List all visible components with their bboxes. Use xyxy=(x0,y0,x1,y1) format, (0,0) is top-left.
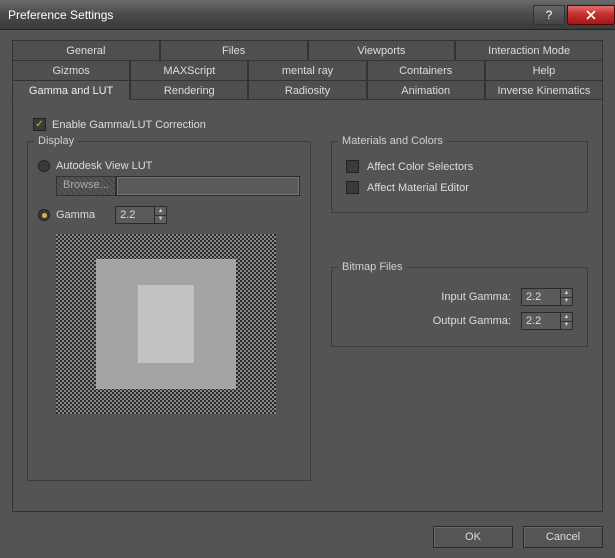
ok-button[interactable]: OK xyxy=(433,526,513,548)
input-gamma-label: Input Gamma: xyxy=(346,291,511,303)
gamma-spinner-arrows: ▲ ▼ xyxy=(155,206,167,224)
affect-color-checkbox[interactable] xyxy=(346,160,359,173)
output-gamma-arrows: ▲ ▼ xyxy=(561,312,573,330)
footer: OK Cancel xyxy=(12,512,603,548)
gamma-preview-mid xyxy=(96,259,236,389)
tab-inverse-kinematics[interactable]: Inverse Kinematics xyxy=(485,80,603,100)
output-gamma-spinner[interactable]: ▲ ▼ xyxy=(521,312,573,330)
autodesk-lut-label: Autodesk View LUT xyxy=(56,160,152,172)
titlebar: Preference Settings ? xyxy=(0,0,615,30)
tab-strip: General Files Viewports Interaction Mode… xyxy=(12,40,603,100)
affect-color-label: Affect Color Selectors xyxy=(367,161,473,173)
output-gamma-input[interactable] xyxy=(521,312,561,330)
browse-button[interactable]: Browse... xyxy=(56,176,116,196)
gamma-up-icon[interactable]: ▲ xyxy=(155,207,166,216)
window-title: Preference Settings xyxy=(8,8,533,22)
client-area: General Files Viewports Interaction Mode… xyxy=(0,30,615,558)
tab-row-1: General Files Viewports Interaction Mode xyxy=(12,40,603,60)
autodesk-lut-row: Autodesk View LUT xyxy=(38,160,300,172)
input-gamma-input[interactable] xyxy=(521,288,561,306)
materials-group: Materials and Colors Affect Color Select… xyxy=(331,141,588,213)
materials-legend: Materials and Colors xyxy=(338,135,447,147)
columns: Display Autodesk View LUT Browse... Gamm… xyxy=(27,141,588,481)
enable-gamma-row: Enable Gamma/LUT Correction xyxy=(33,118,588,131)
gamma-spinner[interactable]: ▲ ▼ xyxy=(115,206,167,224)
help-button[interactable]: ? xyxy=(533,5,565,25)
tab-rendering[interactable]: Rendering xyxy=(130,80,248,100)
gamma-radio-row: Gamma xyxy=(38,209,95,221)
output-gamma-label: Output Gamma: xyxy=(346,315,511,327)
tab-gamma-lut[interactable]: Gamma and LUT xyxy=(12,80,130,100)
bitmap-group: Bitmap Files Input Gamma: ▲ ▼ Output Gam xyxy=(331,267,588,347)
enable-gamma-checkbox[interactable] xyxy=(33,118,46,131)
close-icon xyxy=(586,10,596,20)
bitmap-legend: Bitmap Files xyxy=(338,261,407,273)
tab-viewports[interactable]: Viewports xyxy=(308,40,456,60)
gamma-label: Gamma xyxy=(56,209,95,221)
output-gamma-up-icon[interactable]: ▲ xyxy=(561,313,572,322)
autodesk-lut-radio[interactable] xyxy=(38,160,50,172)
cancel-button[interactable]: Cancel xyxy=(523,526,603,548)
tab-containers[interactable]: Containers xyxy=(367,60,485,80)
affect-material-checkbox[interactable] xyxy=(346,181,359,194)
tab-maxscript[interactable]: MAXScript xyxy=(130,60,248,80)
output-gamma-row: Output Gamma: ▲ ▼ xyxy=(346,312,573,330)
right-column: Materials and Colors Affect Color Select… xyxy=(331,141,588,481)
display-group: Display Autodesk View LUT Browse... Gamm… xyxy=(27,141,311,481)
tab-panel: Enable Gamma/LUT Correction Display Auto… xyxy=(12,99,603,512)
display-legend: Display xyxy=(34,135,78,147)
affect-material-label: Affect Material Editor xyxy=(367,182,469,194)
tab-row-2: Gizmos MAXScript mental ray Containers H… xyxy=(12,60,603,80)
gamma-value-input[interactable] xyxy=(115,206,155,224)
left-column: Display Autodesk View LUT Browse... Gamm… xyxy=(27,141,311,481)
enable-gamma-label: Enable Gamma/LUT Correction xyxy=(52,119,206,131)
input-gamma-spinner[interactable]: ▲ ▼ xyxy=(521,288,573,306)
tab-interaction-mode[interactable]: Interaction Mode xyxy=(455,40,603,60)
browse-row: Browse... xyxy=(56,176,300,196)
input-gamma-up-icon[interactable]: ▲ xyxy=(561,289,572,298)
gamma-row: Gamma ▲ ▼ xyxy=(38,206,300,224)
tab-animation[interactable]: Animation xyxy=(367,80,485,100)
lut-path-input[interactable] xyxy=(116,176,300,196)
tab-mental-ray[interactable]: mental ray xyxy=(248,60,366,80)
gamma-radio[interactable] xyxy=(38,209,50,221)
tab-help[interactable]: Help xyxy=(485,60,603,80)
tab-files[interactable]: Files xyxy=(160,40,308,60)
tab-general[interactable]: General xyxy=(12,40,160,60)
affect-color-row: Affect Color Selectors xyxy=(346,160,577,173)
tab-gizmos[interactable]: Gizmos xyxy=(12,60,130,80)
gamma-preview xyxy=(56,234,276,414)
tab-radiosity[interactable]: Radiosity xyxy=(248,80,366,100)
input-gamma-arrows: ▲ ▼ xyxy=(561,288,573,306)
affect-material-row: Affect Material Editor xyxy=(346,181,577,194)
tab-row-3: Gamma and LUT Rendering Radiosity Animat… xyxy=(12,80,603,100)
input-gamma-row: Input Gamma: ▲ ▼ xyxy=(346,288,573,306)
close-button[interactable] xyxy=(567,5,615,25)
gamma-preview-inner xyxy=(138,285,194,363)
input-gamma-down-icon[interactable]: ▼ xyxy=(561,298,572,306)
gamma-down-icon[interactable]: ▼ xyxy=(155,216,166,224)
output-gamma-down-icon[interactable]: ▼ xyxy=(561,322,572,330)
